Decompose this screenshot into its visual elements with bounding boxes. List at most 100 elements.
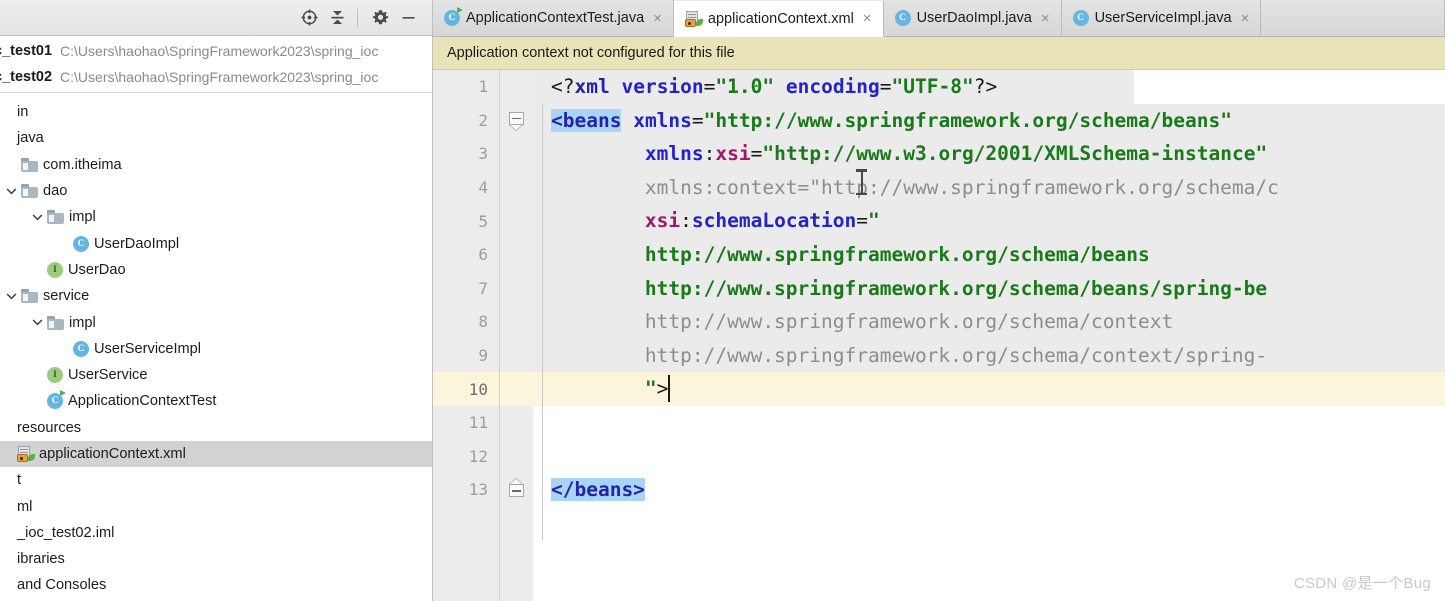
project-panel-scrollbar[interactable] xyxy=(427,36,432,601)
tree-row[interactable]: I UserService xyxy=(0,362,433,388)
recent-project-row[interactable]: c_test01 C:\Users\haohao\SpringFramework2… xyxy=(0,38,433,64)
fold-slot[interactable] xyxy=(500,473,533,507)
line-number: 4 xyxy=(478,178,488,198)
code-token: "UTF-8" xyxy=(891,75,974,98)
tree-row[interactable]: C UserServiceImpl xyxy=(0,336,433,362)
tree-row[interactable]: ml xyxy=(0,493,433,519)
line-number: 8 xyxy=(478,312,488,332)
editor-tab-label: UserDaoImpl.java xyxy=(916,10,1032,26)
line-number: 10 xyxy=(433,372,499,406)
code-line: xsi:schemaLocation=" xyxy=(533,204,1445,238)
interface-icon: I xyxy=(47,367,63,384)
code-token: : xyxy=(703,142,716,166)
fold-slot xyxy=(500,406,533,440)
folder-icon xyxy=(21,157,38,172)
tree-row[interactable]: ibraries xyxy=(0,546,433,572)
code-token: xmlns:context="http://www.springframewor… xyxy=(551,175,1279,199)
folder-icon xyxy=(47,210,64,225)
code-editor[interactable]: 1 2 3 4 5 6 7 8 9 10 11 12 13 <?xml version="1.0" en… xyxy=(433,70,1445,601)
recent-project-row[interactable]: c_test02 C:\Users\haohao\SpringFramework2… xyxy=(0,64,433,90)
tree-node-label: UserServiceImpl xyxy=(94,340,202,357)
close-icon[interactable]: × xyxy=(1239,11,1252,26)
tree-row[interactable]: impl xyxy=(0,204,433,230)
code-line: http://www.springframework.org/schema/be… xyxy=(533,272,1445,306)
close-icon[interactable]: × xyxy=(651,11,664,26)
tree-row[interactable]: java xyxy=(0,125,433,151)
tree-row[interactable]: and Consoles xyxy=(0,572,433,598)
tree-row[interactable]: _ioc_test02.iml xyxy=(0,520,433,546)
code-line: xmlns:xsi="http://www.w3.org/2001/XMLSch… xyxy=(533,137,1445,171)
code-token: ?> xyxy=(973,75,998,98)
editor-tab[interactable]: C UserDaoImpl.java × xyxy=(883,0,1062,36)
code-token: "1.0" xyxy=(715,75,775,98)
recent-project-name: c_test01 xyxy=(0,43,53,59)
code-token: <beans xyxy=(551,108,622,132)
recent-project-path: C:\Users\haohao\SpringFramework2023\spri… xyxy=(60,69,379,85)
hide-panel-icon[interactable] xyxy=(395,5,421,31)
tree-node-label: ml xyxy=(17,498,33,515)
editor-tab-label: ApplicationContextTest.java xyxy=(466,10,645,26)
toolbar-separator xyxy=(357,8,358,27)
folder-icon xyxy=(21,289,38,304)
fold-slot xyxy=(500,440,533,474)
fold-slot xyxy=(500,171,533,205)
editor-tab[interactable]: C ApplicationContextTest.java × xyxy=(433,0,674,36)
tree-row[interactable]: dao xyxy=(0,178,433,204)
collapse-all-icon[interactable] xyxy=(324,5,350,31)
text-caret xyxy=(668,375,671,403)
tree-row[interactable]: com.itheima xyxy=(0,152,433,178)
recent-project-path: C:\Users\haohao\SpringFramework2023\spri… xyxy=(60,43,379,59)
chevron-down-icon[interactable] xyxy=(4,289,18,303)
tree-row[interactable]: t xyxy=(0,467,433,493)
editor-tab-label: applicationContext.xml xyxy=(707,10,854,27)
settings-gear-icon[interactable] xyxy=(367,5,393,31)
tree-row-selected[interactable]: applicationContext.xml xyxy=(0,440,433,468)
close-icon[interactable]: × xyxy=(861,11,874,26)
fold-slot xyxy=(500,137,533,171)
code-token: : xyxy=(680,209,692,233)
chevron-down-icon[interactable] xyxy=(4,184,18,198)
code-token: = xyxy=(750,142,763,166)
locate-target-icon[interactable] xyxy=(296,5,322,31)
tree-node-label: impl xyxy=(69,314,96,331)
chevron-down-icon[interactable] xyxy=(30,316,44,330)
tree-row[interactable]: C ApplicationContextTest xyxy=(0,388,433,414)
fold-slot[interactable] xyxy=(500,104,533,138)
code-line: <beans xmlns="http://www.springframework… xyxy=(533,104,1445,138)
line-number: 2 xyxy=(478,110,488,130)
editor-tab[interactable]: C UserServiceImpl.java × xyxy=(1061,0,1262,36)
tree-row[interactable]: impl xyxy=(0,309,433,335)
code-token: xsi xyxy=(644,209,681,233)
code-line: <?xml version="1.0" encoding="UTF-8"?> xyxy=(533,70,1445,104)
folder-icon xyxy=(47,315,64,330)
interface-icon: I xyxy=(47,261,63,278)
tree-row[interactable]: in xyxy=(0,99,433,125)
tree-row[interactable]: I UserDao xyxy=(0,257,433,283)
project-panel-toolbar xyxy=(0,0,433,36)
code-token: xsi xyxy=(715,142,751,166)
fold-collapse-icon[interactable] xyxy=(509,111,524,131)
tree-row[interactable]: service xyxy=(0,283,433,309)
code-folding-gutter[interactable] xyxy=(500,70,533,601)
class-icon: C xyxy=(73,340,89,357)
code-token: "http://www.w3.org/2001/XMLSchema-instan… xyxy=(762,142,1268,166)
code-line: </beans> xyxy=(533,473,1445,507)
tree-row[interactable]: resources xyxy=(0,415,433,441)
code-token: " xyxy=(644,377,657,401)
editor-tab[interactable]: applicationContext.xml × xyxy=(673,1,884,37)
code-line: http://www.springframework.org/schema/co… xyxy=(533,339,1445,373)
tree-node-label: dao xyxy=(43,183,68,200)
code-token: schemaLocation xyxy=(691,209,857,233)
tree-row[interactable]: C UserDaoImpl xyxy=(0,230,433,256)
close-icon[interactable]: × xyxy=(1039,11,1052,26)
chevron-down-icon[interactable] xyxy=(30,210,44,224)
project-tool-window: c_test01 C:\Users\haohao\SpringFramework2… xyxy=(0,0,433,601)
tree-node-label: t xyxy=(17,472,22,489)
fold-collapse-icon[interactable] xyxy=(509,478,524,498)
code-text-area[interactable]: <?xml version="1.0" encoding="UTF-8"?> <b… xyxy=(533,70,1445,601)
code-line: xmlns:context="http://www.springframewor… xyxy=(533,171,1445,205)
